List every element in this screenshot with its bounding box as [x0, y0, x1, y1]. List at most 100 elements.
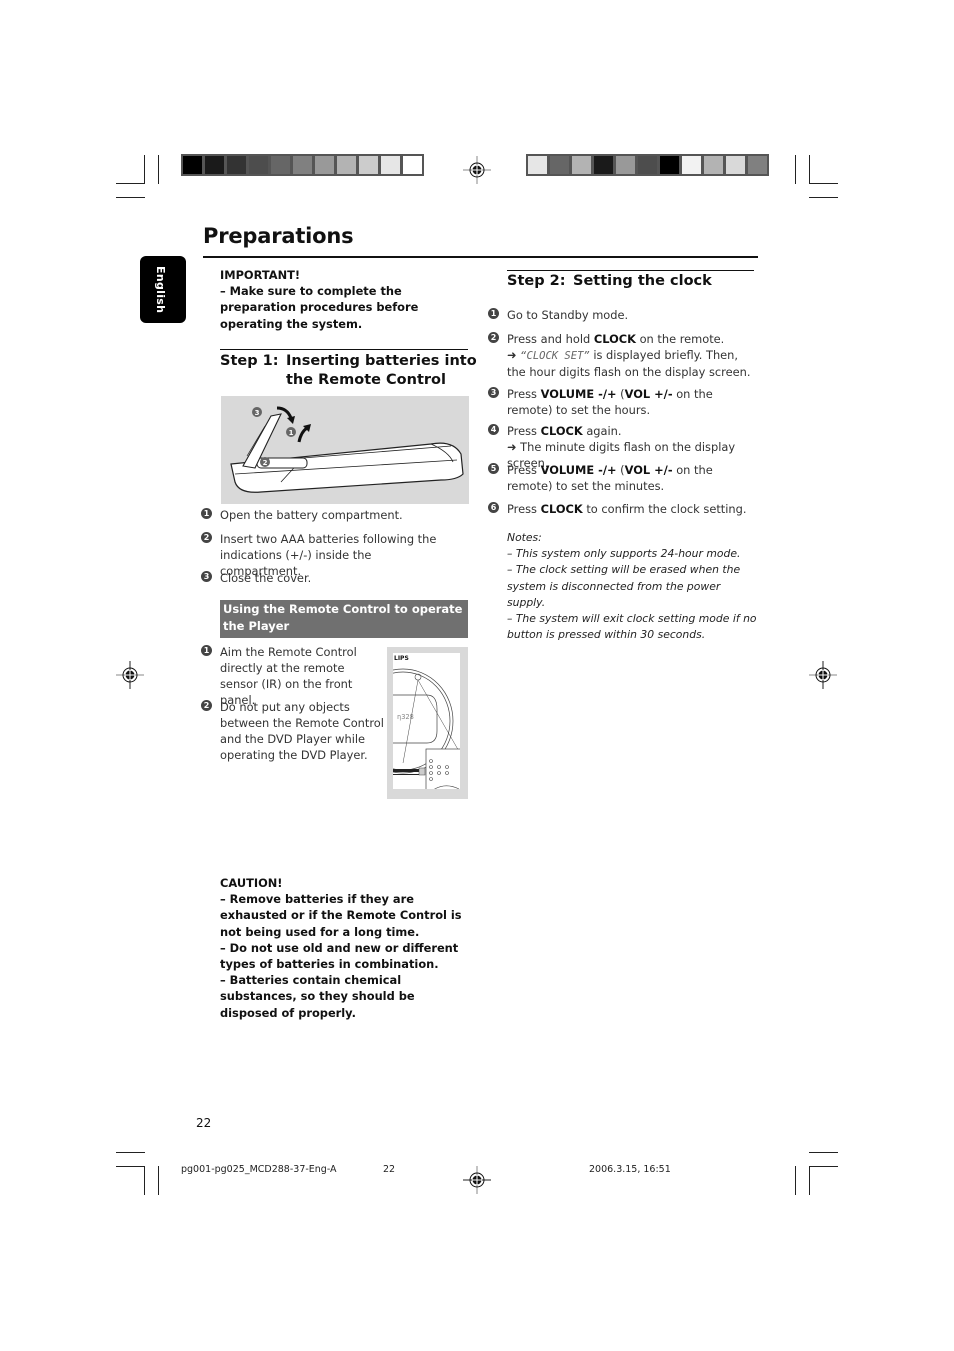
- step2-item-1: Go to Standby mode.: [507, 307, 757, 323]
- color-calibration-bar-right: [526, 154, 769, 176]
- display-text-clock-set: “CLOCK SET”: [520, 350, 590, 362]
- caution-notice: CAUTION! – Remove batteries if they are …: [220, 875, 472, 1021]
- arrow-icon: ➜: [507, 440, 517, 454]
- step2-item-6: Press CLOCK to confirm the clock setting…: [507, 501, 757, 517]
- step2-item-2-post: on the remote.: [635, 332, 725, 346]
- step-number-icon: 4: [488, 424, 499, 435]
- clock-key-label: CLOCK: [540, 424, 583, 438]
- color-swatch: [572, 156, 591, 174]
- notes-block: Notes: – This system only supports 24-ho…: [507, 530, 759, 643]
- page-title: Preparations: [203, 224, 354, 248]
- color-swatch: [638, 156, 657, 174]
- step2-item-2: Press and hold CLOCK on the remote. ➜ “C…: [507, 331, 755, 380]
- step-number-icon: 5: [488, 463, 499, 474]
- svg-text:1: 1: [289, 429, 294, 437]
- color-swatch: [359, 156, 378, 174]
- step2-item-4-post: again.: [582, 424, 622, 438]
- vol-key-label: VOL +/-: [624, 463, 673, 477]
- color-swatch: [315, 156, 334, 174]
- footer-timestamp: 2006.3.15, 16:51: [589, 1164, 671, 1175]
- color-swatch: [293, 156, 312, 174]
- svg-text:3: 3: [255, 409, 260, 417]
- crop-mark: [795, 1166, 796, 1195]
- step-number-icon: 1: [201, 645, 212, 656]
- step-number-icon: 1: [201, 508, 212, 519]
- front-panel-illustration: LIPS ƞ328: [387, 647, 468, 799]
- caution-line: – Do not use old and new or different ty…: [220, 940, 459, 972]
- volume-key-label: VOLUME -/+: [540, 463, 617, 477]
- footer-page: 22: [383, 1164, 396, 1175]
- color-swatch: [271, 156, 290, 174]
- color-swatch: [183, 156, 202, 174]
- step1-item-1: Open the battery compartment.: [220, 508, 403, 522]
- crop-mark: [809, 155, 810, 184]
- crop-mark: [116, 197, 145, 198]
- crop-mark: [144, 155, 145, 184]
- important-notice: IMPORTANT! – Make sure to complete the p…: [220, 267, 470, 332]
- step2-heading: Step 2: Setting the clock: [507, 272, 712, 291]
- color-swatch: [594, 156, 613, 174]
- page-number: 22: [196, 1116, 212, 1130]
- step-number-icon: 3: [488, 387, 499, 398]
- step2-item-5-post: (: [616, 463, 625, 477]
- step2-item-4-pre: Press: [507, 424, 541, 438]
- step-number-icon: 1: [488, 308, 499, 319]
- crop-mark: [809, 1166, 810, 1195]
- color-swatch: [381, 156, 400, 174]
- step2-label: Step 2:: [507, 273, 566, 289]
- color-swatch: [337, 156, 356, 174]
- step1-rule: [220, 349, 468, 350]
- caution-line: – Batteries contain chemical substances,…: [220, 973, 415, 1020]
- crop-mark: [158, 1166, 159, 1195]
- step1-label: Step 1:: [220, 353, 279, 369]
- notes-heading: Notes:: [507, 531, 542, 544]
- step1-title-line1: Inserting batteries into: [286, 353, 477, 369]
- step-number-icon: 2: [201, 532, 212, 543]
- color-swatch: [660, 156, 679, 174]
- color-swatch: [249, 156, 268, 174]
- crop-mark: [809, 197, 838, 198]
- arrow-icon: ➜: [507, 348, 517, 362]
- step1-item-3: Close the cover.: [220, 571, 312, 585]
- step-number-icon: 6: [488, 502, 499, 513]
- registration-mark-icon: [116, 661, 144, 689]
- title-rule: [203, 256, 758, 258]
- important-heading: IMPORTANT!: [220, 268, 301, 282]
- step-number-icon: 3: [201, 571, 212, 582]
- crop-mark: [809, 1152, 838, 1153]
- color-swatch: [616, 156, 635, 174]
- step1-title-line2: the Remote Control: [286, 372, 446, 388]
- color-swatch: [227, 156, 246, 174]
- remote-battery-illustration: 3 1 2: [221, 396, 469, 504]
- color-swatch: [528, 156, 547, 174]
- step2-item-6-pre: Press: [507, 502, 541, 516]
- volume-key-label: VOLUME -/+: [540, 387, 617, 401]
- registration-mark-icon: [809, 661, 837, 689]
- color-swatch: [704, 156, 723, 174]
- color-swatch: [748, 156, 767, 174]
- step2-item-5: Press VOLUME -/+ (VOL +/- on the remote)…: [507, 462, 755, 494]
- note-line: – The clock setting will be erased when …: [507, 563, 741, 609]
- crop-mark: [809, 1166, 838, 1167]
- crop-mark: [116, 1152, 145, 1153]
- footer-filename: pg001-pg025_MCD288-37-Eng-A: [181, 1164, 337, 1175]
- color-swatch: [726, 156, 745, 174]
- step2-rule: [507, 270, 754, 271]
- clock-key-label: CLOCK: [540, 502, 583, 516]
- caution-heading: CAUTION!: [220, 876, 283, 890]
- clock-key-label: CLOCK: [593, 332, 636, 346]
- color-swatch: [403, 156, 422, 174]
- front-panel-drawing: ƞ328: [393, 668, 460, 789]
- step2-item-5-pre: Press: [507, 463, 541, 477]
- remote-usage-banner: Using the Remote Control to operate the …: [220, 600, 468, 638]
- color-swatch: [205, 156, 224, 174]
- crop-mark: [158, 155, 159, 184]
- registration-mark-icon: [463, 156, 491, 184]
- registration-mark-icon: [463, 1166, 491, 1194]
- step2-item-3: Press VOLUME -/+ (VOL +/- on the remote)…: [507, 386, 755, 418]
- crop-mark: [116, 183, 145, 184]
- caution-line: – Remove batteries if they are exhausted…: [220, 892, 462, 939]
- step2-item-3-pre: Press: [507, 387, 541, 401]
- important-text: – Make sure to complete the preparation …: [220, 284, 419, 331]
- step2-item-6-post: to confirm the clock setting.: [582, 502, 747, 516]
